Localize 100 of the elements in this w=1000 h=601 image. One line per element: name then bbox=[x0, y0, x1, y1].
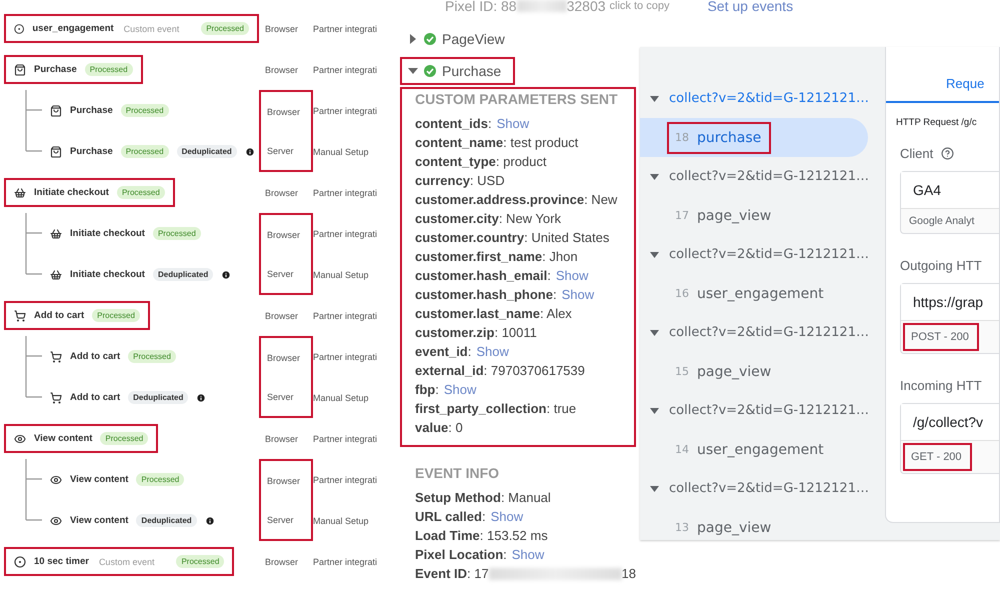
status-badge: Processed bbox=[128, 350, 176, 363]
bag-icon bbox=[14, 64, 26, 76]
help-icon[interactable] bbox=[941, 147, 954, 160]
cart-icon bbox=[50, 392, 62, 404]
show-link[interactable]: Show bbox=[562, 285, 594, 304]
event-name: user_engagement bbox=[697, 442, 824, 458]
param-key: Pixel Location: bbox=[415, 545, 507, 564]
show-link[interactable]: Show bbox=[476, 342, 509, 361]
event-name: user_engagement bbox=[697, 286, 824, 302]
setup-text: Manual Setup bbox=[313, 146, 369, 156]
pixel-event[interactable]: Purchase bbox=[400, 57, 516, 85]
source-text: Browser bbox=[265, 310, 298, 320]
event-name: Purchase bbox=[34, 64, 77, 75]
info-icon bbox=[204, 516, 215, 526]
event-name: Add to cart bbox=[70, 351, 120, 362]
source-text: Server bbox=[267, 268, 294, 278]
param-line: external_id: 7970370617539 bbox=[415, 362, 585, 380]
param-key: event_id: bbox=[415, 342, 472, 361]
eye-icon bbox=[50, 474, 62, 486]
setup-text: Manual Setup bbox=[313, 270, 369, 280]
event-tag: Custom event bbox=[98, 556, 154, 566]
event-item[interactable]: 14 user_engagement bbox=[640, 430, 868, 469]
request-row[interactable]: collect?v=2&tid=G-1212121… bbox=[640, 79, 872, 118]
setup-text: Partner integrati bbox=[313, 310, 378, 320]
event-name: Add to cart bbox=[70, 392, 120, 403]
caret-icon bbox=[650, 96, 659, 102]
event-item[interactable]: 18 purchase bbox=[640, 118, 868, 157]
setup-text: Partner integrati bbox=[313, 24, 378, 34]
event-name: Initiate checkout bbox=[70, 228, 145, 239]
eye-icon bbox=[14, 432, 26, 444]
status-badge: Processed bbox=[136, 473, 184, 486]
status-badge: Processed bbox=[176, 555, 224, 568]
request-row[interactable]: collect?v=2&tid=G-1212121… bbox=[640, 235, 872, 274]
info-icon bbox=[244, 146, 255, 156]
tree-lines bbox=[25, 90, 43, 152]
basket-icon bbox=[50, 268, 62, 280]
source-text: Server bbox=[267, 146, 294, 156]
show-link[interactable]: Show bbox=[556, 266, 588, 285]
param-key: fbp: bbox=[415, 380, 439, 399]
status-badge: Processed bbox=[84, 63, 133, 76]
param-key: content_ids: bbox=[415, 114, 492, 133]
event-item[interactable]: 13 page_view bbox=[640, 508, 868, 540]
info-icon bbox=[221, 270, 232, 280]
show-link[interactable]: Show bbox=[496, 114, 530, 133]
show-link[interactable]: Show bbox=[512, 545, 544, 564]
event-name: View content bbox=[70, 474, 128, 485]
event-name: page_view bbox=[697, 520, 772, 536]
pixel-event[interactable]: PageView bbox=[400, 25, 519, 53]
event-name: Initiate checkout bbox=[70, 269, 145, 280]
event-name: View content bbox=[70, 515, 128, 526]
status-badge: Processed bbox=[100, 432, 148, 445]
section-label: Outgoing HTT bbox=[899, 258, 982, 273]
client-value: GA4 bbox=[901, 172, 999, 209]
setup-text: Partner integrati bbox=[313, 474, 378, 484]
request-row[interactable]: collect?v=2&tid=G-1212121… bbox=[640, 391, 872, 430]
event-number: 14 bbox=[675, 443, 689, 456]
param-line: customer.city: New York bbox=[415, 210, 561, 228]
event-item[interactable]: 15 page_view bbox=[640, 352, 868, 391]
event-name: user_engagement bbox=[32, 23, 114, 34]
source-text: Browser bbox=[265, 24, 298, 34]
event-item[interactable]: 17 page_view bbox=[640, 196, 868, 235]
status-badge: Deduplicated bbox=[176, 145, 237, 158]
basket-icon bbox=[14, 186, 26, 198]
param-line: content_name: test product bbox=[415, 134, 578, 152]
show-link[interactable]: Show bbox=[490, 507, 524, 526]
caret-icon bbox=[408, 66, 418, 76]
setup-text: Manual Setup bbox=[313, 392, 369, 402]
status-badge: Deduplicated bbox=[152, 268, 214, 281]
request-row[interactable]: collect?v=2&tid=G-1212121… bbox=[640, 157, 872, 196]
setup-events-link[interactable]: Set up events bbox=[707, 0, 794, 14]
param-key: customer.hash_email: bbox=[415, 266, 551, 285]
status-badge: Deduplicated bbox=[136, 514, 197, 527]
client-type: Google Analyt bbox=[908, 214, 976, 229]
copy-hint[interactable]: click to copy bbox=[610, 0, 670, 12]
source-text: Browser bbox=[267, 476, 300, 486]
param-line: value: 0 bbox=[415, 419, 463, 437]
request-row[interactable]: collect?v=2&tid=G-1212121… bbox=[640, 313, 872, 352]
status-badge: Processed bbox=[120, 145, 169, 158]
event-name: Initiate checkout bbox=[34, 187, 109, 198]
status-badge: Deduplicated bbox=[128, 391, 188, 404]
event-item[interactable]: 16 user_engagement bbox=[640, 274, 868, 313]
source-text: Server bbox=[267, 392, 294, 402]
setup-text: Partner integrati bbox=[313, 106, 378, 116]
param-line: customer.zip: 10011 bbox=[415, 324, 537, 342]
event-name: Purchase bbox=[70, 146, 113, 157]
status-badge: Processed bbox=[120, 104, 169, 117]
param-line: customer.country: United States bbox=[415, 229, 610, 247]
param-line: Load Time: 153.52 ms bbox=[415, 527, 548, 545]
source-text: Browser bbox=[267, 352, 300, 362]
bag-icon bbox=[50, 146, 62, 158]
cart-icon bbox=[50, 350, 62, 362]
param-value: 18 bbox=[622, 565, 636, 583]
param-line: content_type: product bbox=[415, 153, 546, 171]
setup-text: Partner integrati bbox=[313, 64, 378, 74]
source-text: Browser bbox=[265, 556, 298, 566]
request-tab[interactable]: Reque bbox=[886, 47, 999, 103]
request-row[interactable]: collect?v=2&tid=G-1212121… bbox=[640, 469, 872, 508]
show-link[interactable]: Show bbox=[444, 380, 476, 399]
param-line: Setup Method: Manual bbox=[415, 489, 551, 507]
status-badge: Processed bbox=[116, 186, 165, 199]
